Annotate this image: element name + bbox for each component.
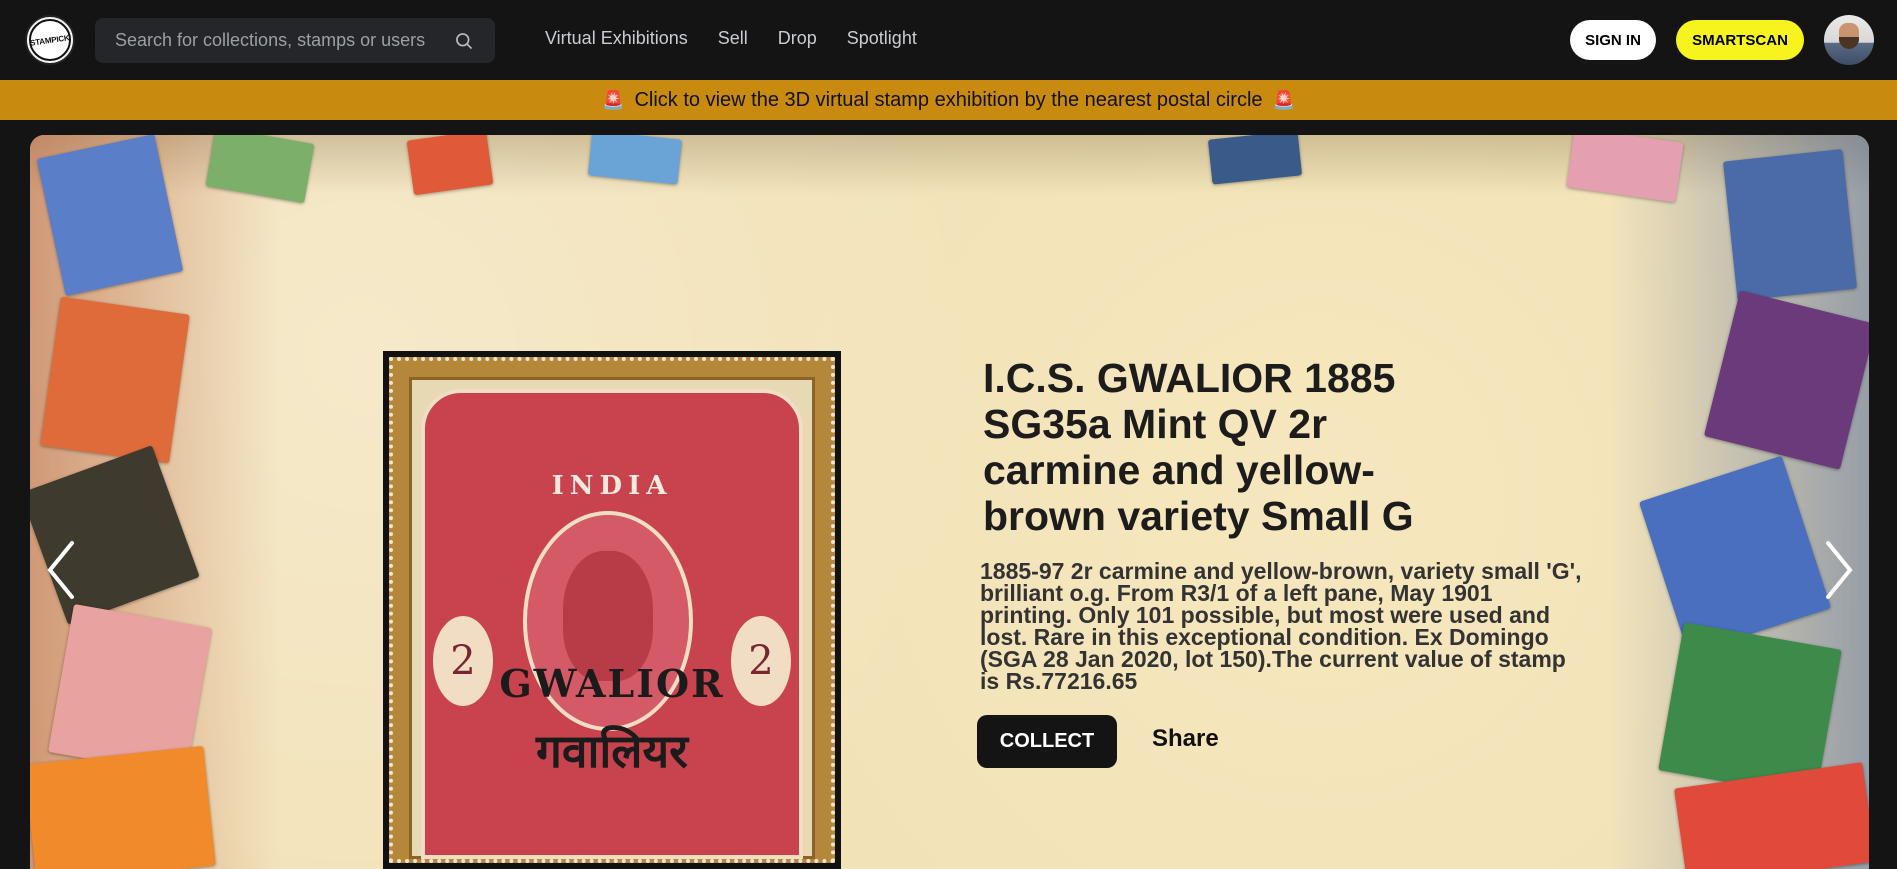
siren-icon: 🚨	[602, 89, 625, 110]
logo-badge: STAMPICK	[29, 19, 71, 61]
share-button[interactable]: Share	[1152, 725, 1219, 753]
collect-button[interactable]: COLLECT	[977, 715, 1117, 768]
stamp-country-label: INDIA	[551, 471, 673, 501]
stamp-overprint-hindi: गवालियर	[536, 724, 688, 778]
chevron-right-icon[interactable]	[1816, 535, 1860, 605]
nav-sell[interactable]: Sell	[718, 28, 748, 49]
stamp-perforated-frame: INDIA 2 2 GWALIOR गवालियर	[389, 357, 835, 863]
nav-drop[interactable]: Drop	[778, 28, 817, 49]
sign-in-button[interactable]: SIGN IN	[1570, 20, 1656, 60]
featured-stamp-hero: INDIA 2 2 GWALIOR गवालियर I.C.S. GWALIOR…	[30, 135, 1869, 869]
logo-text: STAMPICK	[29, 32, 71, 48]
exhibition-banner[interactable]: 🚨 Click to view the 3D virtual stamp exh…	[0, 80, 1897, 120]
search-bar	[95, 18, 495, 63]
stamp-description: 1885-97 2r carmine and yellow-brown, var…	[980, 558, 1582, 694]
stamp-title: I.C.S. GWALIOR 1885 SG35a Mint QV 2r car…	[983, 355, 1414, 539]
stamp-image[interactable]: INDIA 2 2 GWALIOR गवालियर	[383, 351, 841, 869]
banner-text[interactable]: Click to view the 3D virtual stamp exhib…	[634, 89, 1262, 112]
nav-spotlight[interactable]: Spotlight	[847, 28, 917, 49]
stamp-overprint-english: GWALIOR	[499, 661, 725, 706]
stampick-logo[interactable]: STAMPICK	[25, 15, 75, 65]
avatar[interactable]	[1824, 15, 1874, 65]
chevron-left-icon[interactable]	[40, 535, 84, 605]
nav-virtual-exhibitions[interactable]: Virtual Exhibitions	[545, 28, 688, 49]
top-navbar: STAMPICK Virtual Exhibitions Sell Drop S…	[0, 0, 1897, 80]
avatar-beard	[1839, 37, 1859, 49]
decorative-stamp	[40, 296, 190, 464]
decorative-stamp	[30, 745, 216, 869]
siren-icon: 🚨	[1272, 89, 1295, 110]
main-nav: Virtual Exhibitions Sell Drop Spotlight	[545, 28, 917, 49]
smartscan-button[interactable]: SMARTSCAN	[1676, 20, 1804, 60]
decorative-stamp	[1723, 149, 1857, 301]
search-input[interactable]	[115, 30, 453, 51]
search-icon[interactable]	[453, 30, 475, 52]
